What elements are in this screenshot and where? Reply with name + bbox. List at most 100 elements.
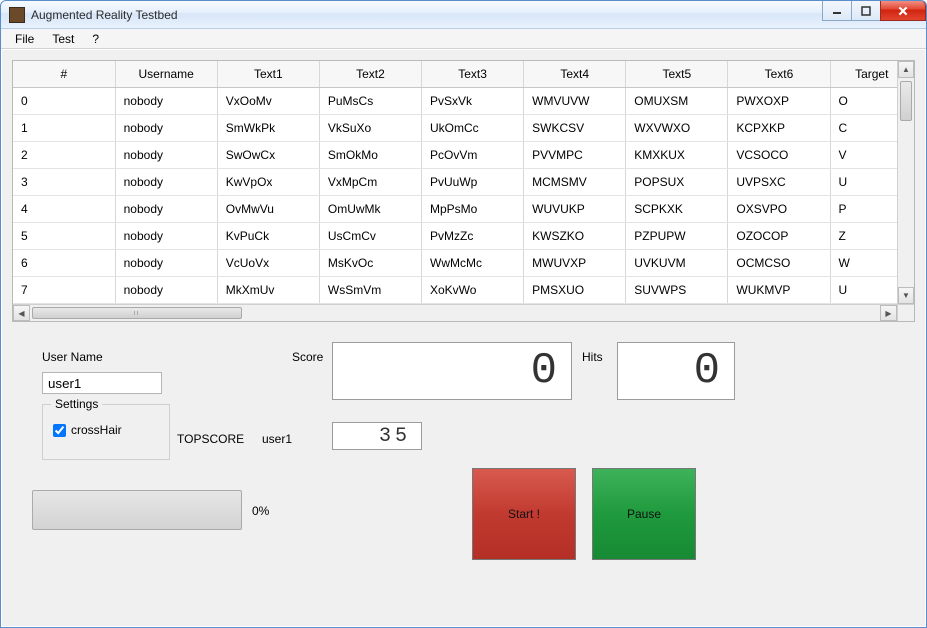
table-row[interactable]: 3nobodyKwVpOxVxMpCmPvUuWpMCMSMVPOPSUXUVP… [13, 169, 914, 196]
scroll-thumb-horizontal[interactable] [32, 307, 242, 319]
table-cell: 3 [13, 169, 115, 196]
column-header[interactable]: Text3 [422, 61, 524, 88]
table-cell: KWSZKO [524, 223, 626, 250]
crosshair-label: crossHair [71, 423, 122, 437]
table-cell: MpPsMo [422, 196, 524, 223]
table-row[interactable]: 7nobodyMkXmUvWsSmVmXoKvWoPMSXUOSUVWPSWUK… [13, 277, 914, 304]
table-cell: PvUuWp [422, 169, 524, 196]
table-cell: SUVWPS [626, 277, 728, 304]
table-cell: SwOwCx [217, 142, 319, 169]
pause-button[interactable]: Pause [592, 468, 696, 560]
table-cell: PcOvVm [422, 142, 524, 169]
table-cell: VxOoMv [217, 88, 319, 115]
table-cell: SWKCSV [524, 115, 626, 142]
hits-display: 0 [617, 342, 735, 400]
topscore-label: TOPSCORE [177, 432, 244, 446]
scroll-thumb-vertical[interactable] [900, 81, 912, 121]
table-cell: 5 [13, 223, 115, 250]
topscore-display: 35 [332, 422, 422, 450]
table-cell: PWXOXP [728, 88, 830, 115]
table-cell: KCPXKP [728, 115, 830, 142]
table-cell: OZOCOP [728, 223, 830, 250]
table-cell: MkXmUv [217, 277, 319, 304]
table-cell: 7 [13, 277, 115, 304]
scroll-up-icon[interactable]: ▲ [898, 61, 914, 78]
table-cell: PvMzZc [422, 223, 524, 250]
table-row[interactable]: 6nobodyVcUoVxMsKvOcWwMcMcMWUVXPUVKUVMOCM… [13, 250, 914, 277]
start-button[interactable]: Start ! [472, 468, 576, 560]
table-row[interactable]: 5nobodyKvPuCkUsCmCvPvMzZcKWSZKOPZPUPWOZO… [13, 223, 914, 250]
table-cell: VcUoVx [217, 250, 319, 277]
table-cell: nobody [115, 223, 217, 250]
table-row[interactable]: 2nobodySwOwCxSmOkMoPcOvVmPVVMPCKMXKUXVCS… [13, 142, 914, 169]
topscore-user: user1 [262, 432, 292, 446]
table-cell: SmOkMo [319, 142, 421, 169]
score-value: 0 [531, 346, 561, 396]
score-display: 0 [332, 342, 572, 400]
table-cell: XoKvWo [422, 277, 524, 304]
table-row[interactable]: 0nobodyVxOoMvPuMsCsPvSxVkWMVUVWOMUXSMPWX… [13, 88, 914, 115]
settings-legend: Settings [51, 397, 102, 411]
client-area: #UsernameText1Text2Text3Text4Text5Text6 T… [2, 50, 925, 626]
scroll-left-icon[interactable]: ◀ [13, 305, 30, 321]
table-cell: UVPSXC [728, 169, 830, 196]
table-cell: PvSxVk [422, 88, 524, 115]
table-cell: nobody [115, 196, 217, 223]
start-button-label: Start ! [508, 507, 540, 521]
crosshair-checkbox[interactable]: crossHair [53, 423, 122, 437]
menu-test[interactable]: Test [44, 30, 82, 48]
progress-text: 0% [252, 504, 269, 518]
table-cell: KvPuCk [217, 223, 319, 250]
table-cell: PuMsCs [319, 88, 421, 115]
hits-label: Hits [582, 350, 603, 364]
titlebar[interactable]: Augmented Reality Testbed [1, 1, 926, 29]
control-panel: User Name Settings crossHair TOPSCORE us… [12, 332, 915, 622]
maximize-button[interactable] [851, 1, 881, 21]
table-cell: UkOmCc [422, 115, 524, 142]
menu-file[interactable]: File [7, 30, 42, 48]
username-label: User Name [42, 350, 103, 364]
minimize-button[interactable] [822, 1, 852, 21]
data-table[interactable]: #UsernameText1Text2Text3Text4Text5Text6T… [13, 61, 914, 304]
table-cell: KwVpOx [217, 169, 319, 196]
table-cell: WsSmVm [319, 277, 421, 304]
crosshair-checkbox-input[interactable] [53, 424, 66, 437]
column-header[interactable]: Text4 [524, 61, 626, 88]
hits-value: 0 [694, 346, 724, 396]
table-cell: 6 [13, 250, 115, 277]
table-vertical-scrollbar[interactable]: ▲ ▼ [897, 61, 914, 304]
table-cell: WXVWXO [626, 115, 728, 142]
table-cell: VxMpCm [319, 169, 421, 196]
table-cell: MCMSMV [524, 169, 626, 196]
menubar: File Test ? [1, 29, 926, 49]
window-controls [823, 1, 926, 21]
table-cell: 0 [13, 88, 115, 115]
table-row[interactable]: 1nobodySmWkPkVkSuXoUkOmCcSWKCSVWXVWXOKCP… [13, 115, 914, 142]
app-icon [9, 7, 25, 23]
table-cell: VCSOCO [728, 142, 830, 169]
scroll-down-icon[interactable]: ▼ [898, 287, 914, 304]
table-cell: UsCmCv [319, 223, 421, 250]
table-row[interactable]: 4nobodyOvMwVuOmUwMkMpPsMoWUVUKPSCPKXKOXS… [13, 196, 914, 223]
table-cell: PZPUPW [626, 223, 728, 250]
column-header[interactable]: # [13, 61, 115, 88]
table-cell: OXSVPO [728, 196, 830, 223]
column-header[interactable]: Text2 [319, 61, 421, 88]
column-header[interactable]: Text5 [626, 61, 728, 88]
table-cell: WUVUKP [524, 196, 626, 223]
window-title: Augmented Reality Testbed [31, 8, 178, 22]
username-field[interactable] [42, 372, 162, 394]
column-header[interactable]: Username [115, 61, 217, 88]
table-cell: WUKMVP [728, 277, 830, 304]
column-header[interactable]: Text6 [728, 61, 830, 88]
table-cell: OCMCSO [728, 250, 830, 277]
column-header[interactable]: Text1 [217, 61, 319, 88]
table-cell: MWUVXP [524, 250, 626, 277]
table-horizontal-scrollbar[interactable]: ◀ ▶ [13, 304, 897, 321]
close-button[interactable] [880, 1, 926, 21]
topscore-value: 35 [379, 425, 411, 448]
table-cell: nobody [115, 250, 217, 277]
scroll-right-icon[interactable]: ▶ [880, 305, 897, 321]
menu-help[interactable]: ? [84, 30, 107, 48]
table-cell: OmUwMk [319, 196, 421, 223]
